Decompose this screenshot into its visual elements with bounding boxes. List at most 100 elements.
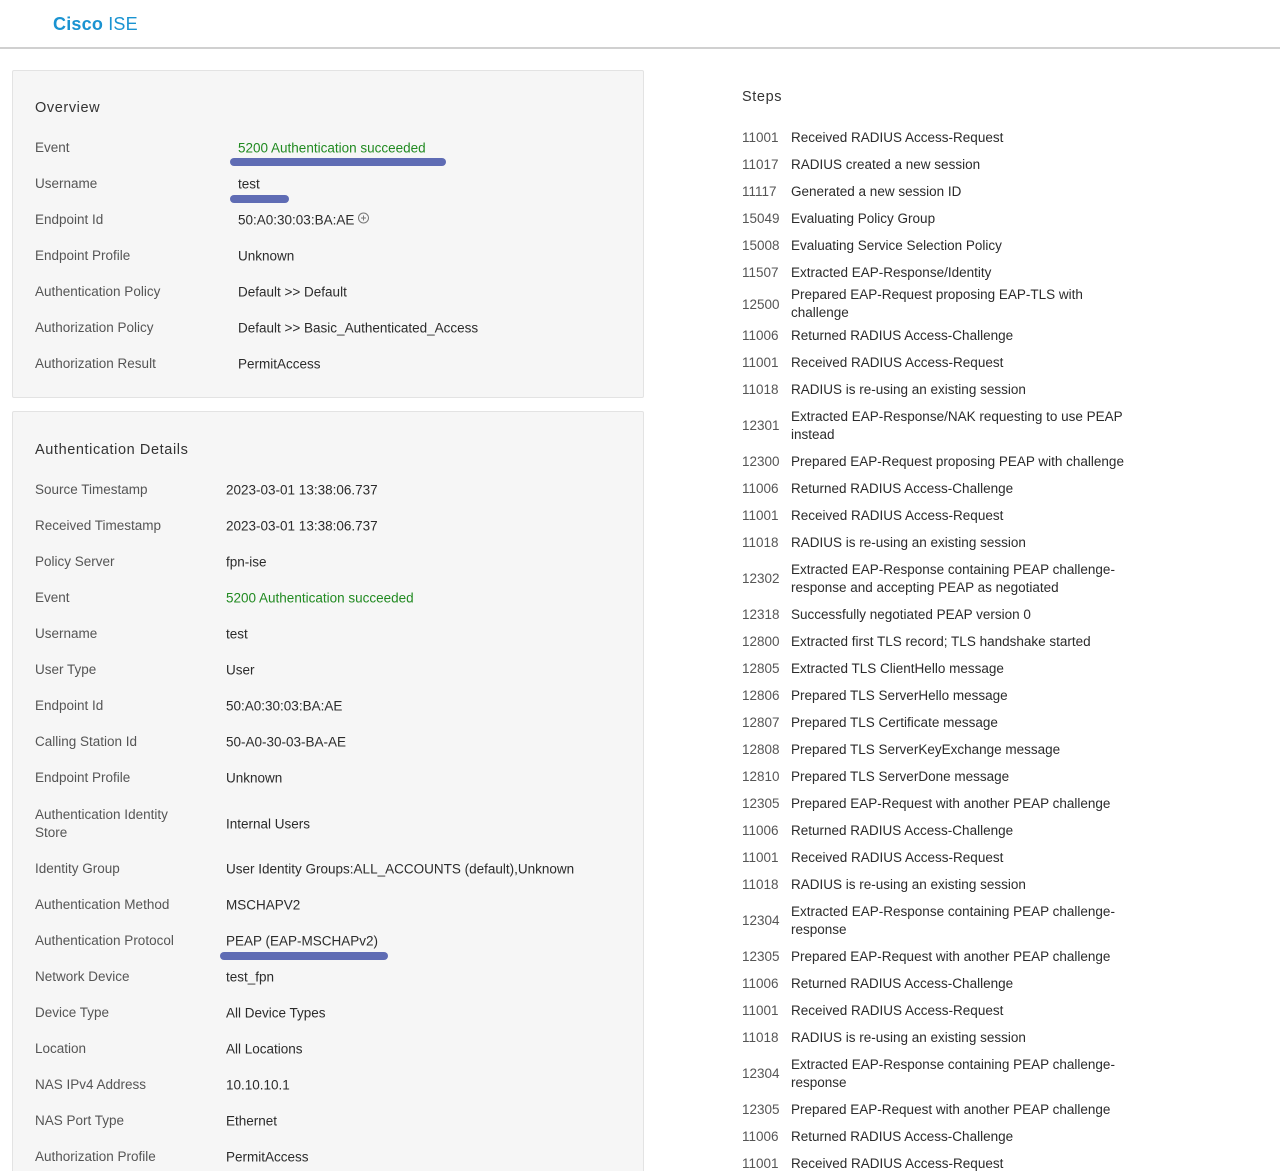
- row-label: Authorization Result: [35, 356, 156, 371]
- row-label: Location: [35, 1041, 87, 1056]
- network-device-value: test_fpn: [226, 969, 275, 985]
- step-code: 11018: [742, 382, 779, 397]
- endpoint-id-text: 50:A0:30:03:BA:AE: [238, 212, 355, 228]
- step-description: Returned RADIUS Access-Challenge: [791, 480, 1014, 496]
- step-description: Received RADIUS Access-Request: [791, 354, 1004, 370]
- row-label: Device Type: [35, 1005, 110, 1020]
- step-item: 12500 Prepared EAP-Request proposing EAP-…: [742, 286, 1172, 322]
- step-item: 11006 Returned RADIUS Access-Challenge: [742, 817, 1172, 844]
- step-item: 11018 RADIUS is re-using an existing sess…: [742, 1024, 1172, 1051]
- device-type-value: All Device Types: [226, 1005, 326, 1021]
- steps-list: 11001 Received RADIUS Access-Request 1101…: [742, 124, 1172, 1171]
- step-description: Extracted first TLS record; TLS handshak…: [791, 633, 1091, 649]
- step-code: 12500: [742, 296, 780, 312]
- step-description: RADIUS is re-using an existing session: [791, 876, 1026, 892]
- step-item: 12805 Extracted TLS ClientHello message: [742, 655, 1172, 682]
- step-item: 12800 Extracted first TLS record; TLS han…: [742, 628, 1172, 655]
- step-item: 12806 Prepared TLS ServerHello message: [742, 682, 1172, 709]
- event-value: 5200 Authentication succeeded: [238, 140, 426, 156]
- cisco-ise-logo[interactable]: Cisco ISE: [53, 14, 138, 35]
- details-row-policy-server: Policy Server fpn-ise: [35, 544, 635, 580]
- step-item: 11006 Returned RADIUS Access-Challenge: [742, 970, 1172, 997]
- step-code: 12805: [742, 661, 780, 676]
- step-description: Extracted EAP-Response containing PEAP c…: [791, 903, 1115, 937]
- step-item: 11018 RADIUS is re-using an existing sess…: [742, 871, 1172, 898]
- steps-title: Steps: [742, 89, 783, 105]
- add-endpoint-icon[interactable]: [358, 212, 370, 224]
- step-item: 11006 Returned RADIUS Access-Challenge: [742, 1123, 1172, 1150]
- row-label: Authentication Method: [35, 897, 170, 912]
- step-item: 11001 Received RADIUS Access-Request: [742, 124, 1172, 151]
- location-value: All Locations: [226, 1041, 303, 1057]
- authentication-identity-store-value: Internal Users: [226, 816, 311, 832]
- authorization-profile-value: PermitAccess: [226, 1149, 309, 1165]
- step-item: 11018 RADIUS is re-using an existing sess…: [742, 376, 1172, 403]
- row-label: Authorization Policy: [35, 320, 154, 335]
- step-code: 11006: [742, 976, 779, 991]
- step-description: Successfully negotiated PEAP version 0: [791, 606, 1031, 622]
- step-code: 12318: [742, 607, 780, 622]
- step-description: Returned RADIUS Access-Challenge: [791, 327, 1014, 343]
- authentication-details-card: Authentication Details Source Timestamp …: [12, 411, 644, 1171]
- step-code: 11507: [742, 265, 779, 280]
- step-item: 12304 Extracted EAP-Response containing P…: [742, 898, 1172, 943]
- step-item: 12807 Prepared TLS Certificate message: [742, 709, 1172, 736]
- app-header: Cisco ISE: [0, 0, 1280, 49]
- authentication-protocol-value: PEAP (EAP-MSCHAPv2): [226, 933, 379, 949]
- step-description: Prepared TLS ServerHello message: [791, 687, 1008, 703]
- step-item: 15049 Evaluating Policy Group: [742, 205, 1172, 232]
- calling-station-id-value: 50-A0-30-03-BA-AE: [226, 734, 347, 750]
- endpoint-profile-value: Unknown: [226, 770, 283, 786]
- step-description: Prepared EAP-Request with another PEAP c…: [791, 948, 1111, 964]
- event-value: 5200 Authentication succeeded: [226, 590, 414, 606]
- step-description: Prepared TLS Certificate message: [791, 714, 998, 730]
- row-label: Authentication Policy: [35, 284, 161, 299]
- step-code: 12304: [742, 1066, 780, 1081]
- step-item: 11018 RADIUS is re-using an existing sess…: [742, 529, 1172, 556]
- user-type-value: User: [226, 662, 255, 678]
- step-description: Prepared EAP-Request with another PEAP c…: [791, 1101, 1111, 1117]
- step-description: RADIUS is re-using an existing session: [791, 381, 1026, 397]
- step-code: 12305: [742, 1102, 780, 1117]
- row-label: Endpoint Id: [35, 698, 104, 713]
- row-label: Event: [35, 140, 70, 155]
- row-label: NAS Port Type: [35, 1113, 125, 1128]
- step-code: 12305: [742, 949, 780, 964]
- step-description: Extracted TLS ClientHello message: [791, 660, 1004, 676]
- step-item: 12305 Prepared EAP-Request with another P…: [742, 1096, 1172, 1123]
- step-description: Received RADIUS Access-Request: [791, 129, 1004, 145]
- step-description: Prepared EAP-Request proposing PEAP with…: [791, 453, 1124, 469]
- details-row-nas-port-type: NAS Port Type Ethernet: [35, 1103, 635, 1139]
- row-label: Identity Group: [35, 861, 120, 876]
- details-row-username: Username test: [35, 616, 635, 652]
- details-row-calling-station-id: Calling Station Id 50-A0-30-03-BA-AE: [35, 724, 635, 760]
- step-item: 12810 Prepared TLS ServerDone message: [742, 763, 1172, 790]
- step-description: Extracted EAP-Response containing PEAP c…: [791, 1056, 1115, 1090]
- authentication-details-title: Authentication Details: [35, 442, 189, 458]
- step-item: 12304 Extracted EAP-Response containing P…: [742, 1051, 1172, 1096]
- step-item: 11117 Generated a new session ID: [742, 178, 1172, 205]
- step-code: 12304: [742, 913, 780, 928]
- details-row-event: Event 5200 Authentication succeeded: [35, 580, 635, 616]
- logo-brand: Cisco: [53, 14, 104, 34]
- step-item: 15008 Evaluating Service Selection Policy: [742, 232, 1172, 259]
- row-label: Network Device: [35, 969, 130, 984]
- row-label: Authentication Protocol: [35, 933, 174, 948]
- step-code: 11017: [742, 157, 779, 172]
- row-label: Authorization Profile: [35, 1149, 156, 1164]
- step-item: 11006 Returned RADIUS Access-Challenge: [742, 322, 1172, 349]
- step-code: 11018: [742, 535, 779, 550]
- step-description: Extracted EAP-Response/Identity: [791, 264, 992, 280]
- overview-row-endpoint-profile: Endpoint Profile Unknown: [35, 238, 635, 274]
- details-row-endpoint-profile: Endpoint Profile Unknown: [35, 760, 635, 796]
- step-item: 11001 Received RADIUS Access-Request: [742, 844, 1172, 871]
- step-description: Received RADIUS Access-Request: [791, 849, 1004, 865]
- details-row-authorization-profile: Authorization Profile PermitAccess: [35, 1139, 635, 1171]
- step-item: 12305 Prepared EAP-Request with another P…: [742, 943, 1172, 970]
- step-code: 12300: [742, 454, 780, 469]
- overview-row-endpoint-id: Endpoint Id 50:A0:30:03:BA:AE: [35, 202, 635, 238]
- step-description: Extracted EAP-Response containing PEAP c…: [791, 561, 1115, 595]
- row-label: Event: [35, 590, 70, 605]
- highlight-mark-event: [230, 158, 446, 166]
- received-timestamp-value: 2023-03-01 13:38:06.737: [226, 518, 378, 534]
